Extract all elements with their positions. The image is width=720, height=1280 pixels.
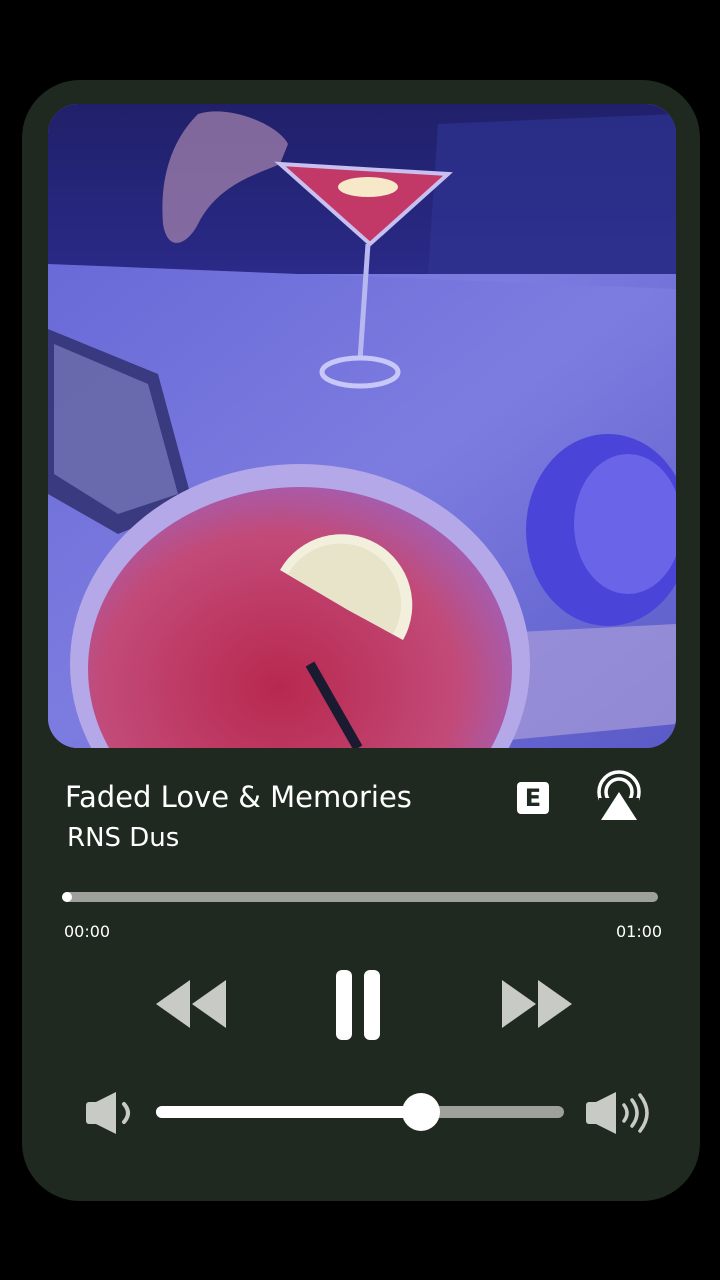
explicit-badge: E — [517, 782, 549, 814]
album-artwork — [48, 104, 676, 748]
volume-low-icon[interactable] — [84, 1090, 136, 1136]
artwork-image — [48, 104, 676, 748]
volume-high-icon[interactable] — [584, 1090, 654, 1136]
progress-bar[interactable] — [62, 892, 658, 902]
total-time: 01:00 — [616, 922, 663, 941]
rewind-icon[interactable] — [154, 978, 228, 1030]
track-title: Faded Love & Memories — [65, 780, 412, 814]
pause-icon[interactable] — [334, 968, 382, 1042]
fast-forward-icon[interactable] — [500, 978, 574, 1030]
track-artist: RNS Dus — [67, 823, 180, 853]
volume-knob[interactable] — [402, 1093, 441, 1131]
player-card: Faded Love & Memories RNS Dus E 00:00 01… — [22, 80, 700, 1201]
elapsed-time: 00:00 — [64, 922, 111, 941]
volume-slider[interactable] — [156, 1093, 564, 1131]
airplay-icon[interactable] — [594, 770, 644, 822]
volume-fill — [156, 1106, 422, 1118]
progress-scrubber[interactable] — [62, 892, 72, 902]
